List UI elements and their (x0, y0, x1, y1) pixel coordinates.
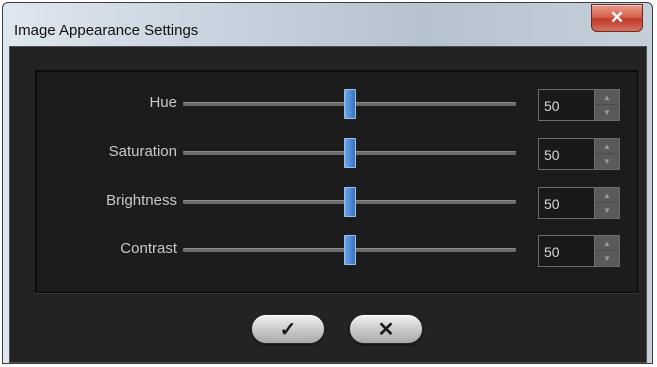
contrast-spin-buttons: ▲ ▼ (594, 236, 619, 266)
chevron-down-icon: ▼ (603, 254, 611, 263)
saturation-row: Saturation 50 ▲ ▼ (36, 135, 637, 171)
chevron-up-icon: ▲ (603, 92, 611, 102)
contrast-slider-thumb[interactable] (343, 235, 356, 265)
saturation-value[interactable]: 50 (544, 147, 560, 163)
contrast-value[interactable]: 50 (544, 244, 560, 260)
brightness-spinbox[interactable]: 50 ▲ ▼ (538, 187, 620, 219)
contrast-row: Contrast 50 ▲ ▼ (36, 232, 637, 268)
contrast-decrement-button[interactable]: ▼ (595, 251, 619, 266)
brightness-decrement-button[interactable]: ▼ (595, 203, 619, 218)
contrast-slider-track[interactable] (183, 235, 516, 265)
chevron-up-icon: ▲ (603, 190, 611, 200)
checkmark-icon: ✓ (279, 318, 297, 341)
brightness-spin-buttons: ▲ ▼ (594, 188, 619, 218)
dialog-content: Hue 50 ▲ ▼ Saturation 50 ▲ ▼ Brightness … (9, 46, 647, 363)
chevron-down-icon: ▼ (603, 206, 611, 215)
title-bar[interactable]: Image Appearance Settings ✕ (3, 3, 652, 41)
ok-button[interactable]: ✓ (251, 314, 325, 344)
chevron-up-icon: ▲ (603, 141, 611, 151)
hue-slider-track[interactable] (183, 89, 516, 119)
brightness-increment-button[interactable]: ▲ (595, 188, 619, 203)
contrast-increment-button[interactable]: ▲ (595, 236, 619, 251)
hue-spinbox[interactable]: 50 ▲ ▼ (538, 89, 620, 121)
saturation-label: Saturation (108, 143, 177, 160)
brightness-slider-track[interactable] (183, 187, 516, 217)
close-icon: ✕ (609, 8, 625, 27)
chevron-down-icon: ▼ (603, 108, 611, 117)
chevron-up-icon: ▲ (603, 238, 611, 248)
saturation-slider-track[interactable] (183, 138, 516, 168)
hue-spin-buttons: ▲ ▼ (594, 90, 619, 120)
settings-panel: Hue 50 ▲ ▼ Saturation 50 ▲ ▼ Brightness … (35, 70, 638, 293)
saturation-slider-thumb[interactable] (343, 138, 356, 168)
brightness-value[interactable]: 50 (544, 196, 560, 212)
contrast-spinbox[interactable]: 50 ▲ ▼ (538, 235, 620, 267)
saturation-spinbox[interactable]: 50 ▲ ▼ (538, 138, 620, 170)
brightness-slider-thumb[interactable] (343, 187, 356, 217)
hue-increment-button[interactable]: ▲ (595, 90, 619, 105)
hue-row: Hue 50 ▲ ▼ (36, 86, 637, 122)
saturation-spin-buttons: ▲ ▼ (594, 139, 619, 169)
close-button[interactable]: ✕ (591, 4, 643, 32)
saturation-increment-button[interactable]: ▲ (595, 139, 619, 154)
saturation-decrement-button[interactable]: ▼ (595, 154, 619, 169)
brightness-label: Brightness (106, 192, 177, 209)
hue-value[interactable]: 50 (544, 98, 560, 114)
window-title: Image Appearance Settings (14, 22, 199, 39)
hue-slider-thumb[interactable] (343, 89, 356, 119)
chevron-down-icon: ▼ (603, 157, 611, 166)
cancel-button[interactable]: ✕ (349, 314, 423, 344)
contrast-label: Contrast (120, 240, 177, 257)
close-icon: ✕ (377, 318, 395, 341)
hue-label: Hue (149, 94, 177, 111)
dialog-window: Image Appearance Settings ✕ Hue 50 ▲ ▼ S… (2, 2, 653, 364)
brightness-row: Brightness 50 ▲ ▼ (36, 184, 637, 220)
hue-decrement-button[interactable]: ▼ (595, 105, 619, 120)
